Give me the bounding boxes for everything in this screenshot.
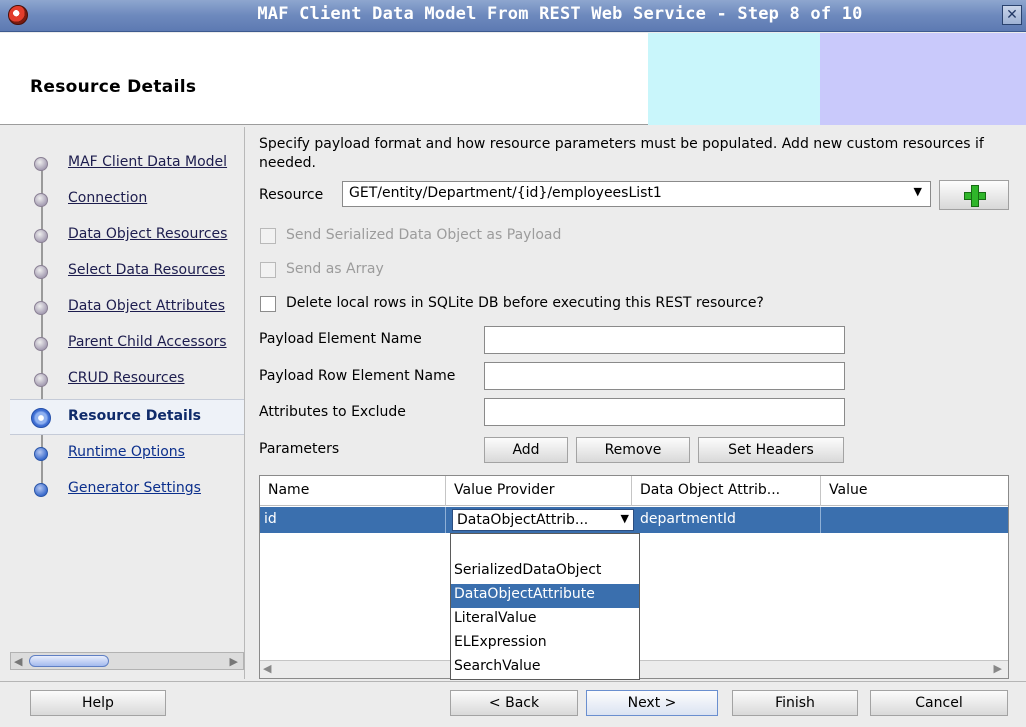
dropdown-option-data-object-attribute[interactable]: DataObjectAttribute — [451, 584, 639, 608]
step-item-parent-child-accessors[interactable]: Parent Child Accessors — [10, 326, 244, 362]
parameters-label: Parameters — [259, 441, 340, 457]
footer-divider — [0, 681, 1026, 682]
send-serialized-label: Send Serialized Data Object as Payload — [286, 227, 562, 243]
page-title: Resource Details — [30, 77, 197, 97]
nav-horizontal-scrollbar[interactable]: ◀ ▶ — [10, 652, 244, 670]
resource-label: Resource — [259, 187, 324, 203]
remove-parameter-button[interactable]: Remove — [576, 437, 690, 463]
step-item-generator-settings[interactable]: Generator Settings — [10, 472, 244, 508]
column-header-data-object-attribute[interactable]: Data Object Attrib... — [632, 476, 821, 506]
step-dot-icon — [34, 373, 48, 387]
step-label[interactable]: CRUD Resources — [68, 370, 184, 386]
table-header: Name Value Provider Data Object Attrib..… — [260, 476, 1008, 506]
step-label: Resource Details — [68, 408, 201, 424]
cell-value[interactable] — [821, 507, 1008, 533]
next-button[interactable]: Next > — [586, 690, 718, 716]
step-label[interactable]: MAF Client Data Model — [68, 154, 227, 170]
dropdown-option-literal-value[interactable]: LiteralValue — [451, 608, 639, 632]
step-label[interactable]: Runtime Options — [68, 444, 185, 460]
step-label[interactable]: Data Object Resources — [68, 226, 227, 242]
resource-select[interactable]: GET/entity/Department/{id}/employeesList… — [342, 181, 931, 207]
scroll-left-icon[interactable]: ◀ — [14, 655, 22, 668]
step-dot-icon — [34, 301, 48, 315]
back-button[interactable]: < Back — [450, 690, 578, 716]
step-item-data-object-resources[interactable]: Data Object Resources — [10, 218, 244, 254]
step-label[interactable]: Generator Settings — [68, 480, 201, 496]
attributes-exclude-label: Attributes to Exclude — [259, 404, 406, 420]
step-dot-icon — [34, 447, 48, 461]
value-provider-select[interactable]: DataObjectAttrib... ▼ — [452, 509, 634, 531]
finish-button[interactable]: Finish — [732, 690, 858, 716]
help-button[interactable]: Help — [30, 690, 166, 716]
app-icon — [8, 5, 28, 25]
resource-select-value: GET/entity/Department/{id}/employeesList… — [349, 185, 662, 201]
step-dot-icon — [34, 157, 48, 171]
delete-local-rows-label: Delete local rows in SQLite DB before ex… — [286, 295, 764, 311]
step-dot-icon — [34, 483, 48, 497]
step-label[interactable]: Parent Child Accessors — [68, 334, 227, 350]
header-band-lavender — [820, 33, 1026, 125]
column-header-value-provider[interactable]: Value Provider — [446, 476, 632, 506]
title-bar: MAF Client Data Model From REST Web Serv… — [0, 0, 1026, 32]
current-step-icon — [31, 408, 51, 428]
cell-name[interactable]: id — [260, 507, 446, 533]
cancel-button[interactable]: Cancel — [870, 690, 1008, 716]
step-dot-icon — [34, 337, 48, 351]
set-headers-button[interactable]: Set Headers — [698, 437, 844, 463]
column-header-name[interactable]: Name — [260, 476, 446, 506]
attributes-exclude-input[interactable] — [484, 398, 845, 426]
step-dot-icon — [34, 193, 48, 207]
scroll-left-icon[interactable]: ◀ — [263, 662, 271, 675]
scrollbar-thumb[interactable] — [29, 655, 109, 667]
dropdown-option-el-expression[interactable]: ELExpression — [451, 632, 639, 656]
step-label[interactable]: Data Object Attributes — [68, 298, 225, 314]
step-item-maf-client-data-model[interactable]: MAF Client Data Model — [10, 146, 244, 182]
dropdown-option-serialized-data-object[interactable]: SerializedDataObject — [451, 560, 639, 584]
send-as-array-checkbox[interactable] — [260, 262, 276, 278]
delete-local-rows-checkbox[interactable] — [260, 296, 276, 312]
wizard-steps-nav: MAF Client Data Model Connection Data Ob… — [10, 127, 245, 679]
step-item-runtime-options[interactable]: Runtime Options — [10, 436, 244, 472]
column-header-value[interactable]: Value — [821, 476, 1008, 506]
step-dot-icon — [34, 265, 48, 279]
close-icon: ✕ — [1006, 7, 1018, 23]
payload-element-input[interactable] — [484, 326, 845, 354]
chevron-down-icon: ▼ — [620, 512, 629, 525]
scroll-right-icon[interactable]: ▶ — [230, 655, 238, 668]
chevron-down-icon: ▼ — [913, 185, 922, 198]
close-button[interactable]: ✕ — [1002, 5, 1022, 25]
payload-row-element-input[interactable] — [484, 362, 845, 390]
header-band-cyan — [648, 33, 820, 125]
send-as-array-label: Send as Array — [286, 261, 384, 277]
step-item-crud-resources[interactable]: CRUD Resources — [10, 362, 244, 398]
step-item-connection[interactable]: Connection — [10, 182, 244, 218]
plus-icon — [964, 185, 986, 207]
window-title: MAF Client Data Model From REST Web Serv… — [257, 4, 863, 24]
payload-row-element-label: Payload Row Element Name — [259, 368, 456, 384]
scroll-right-icon[interactable]: ▶ — [994, 662, 1002, 675]
wizard-header: Resource Details — [0, 33, 1026, 125]
step-item-resource-details[interactable]: Resource Details — [10, 399, 244, 435]
add-resource-button[interactable] — [939, 180, 1009, 210]
step-item-select-data-resources[interactable]: Select Data Resources — [10, 254, 244, 290]
step-item-data-object-attributes[interactable]: Data Object Attributes — [10, 290, 244, 326]
step-label[interactable]: Select Data Resources — [68, 262, 225, 278]
add-parameter-button[interactable]: Add — [484, 437, 568, 463]
payload-element-label: Payload Element Name — [259, 331, 422, 347]
value-provider-select-value: DataObjectAttrib... — [457, 512, 589, 528]
table-row[interactable]: id DataObjectAttrib... ▼ departmentId — [260, 507, 1008, 533]
dropdown-option-empty[interactable] — [451, 536, 639, 560]
value-provider-dropdown-list[interactable]: SerializedDataObject DataObjectAttribute… — [450, 533, 640, 680]
dropdown-option-search-value[interactable]: SearchValue — [451, 656, 639, 680]
step-label[interactable]: Connection — [68, 190, 147, 206]
cell-data-object-attribute[interactable]: departmentId — [636, 507, 821, 533]
page-description: Specify payload format and how resource … — [259, 136, 984, 171]
send-serialized-checkbox[interactable] — [260, 228, 276, 244]
step-dot-icon — [34, 229, 48, 243]
